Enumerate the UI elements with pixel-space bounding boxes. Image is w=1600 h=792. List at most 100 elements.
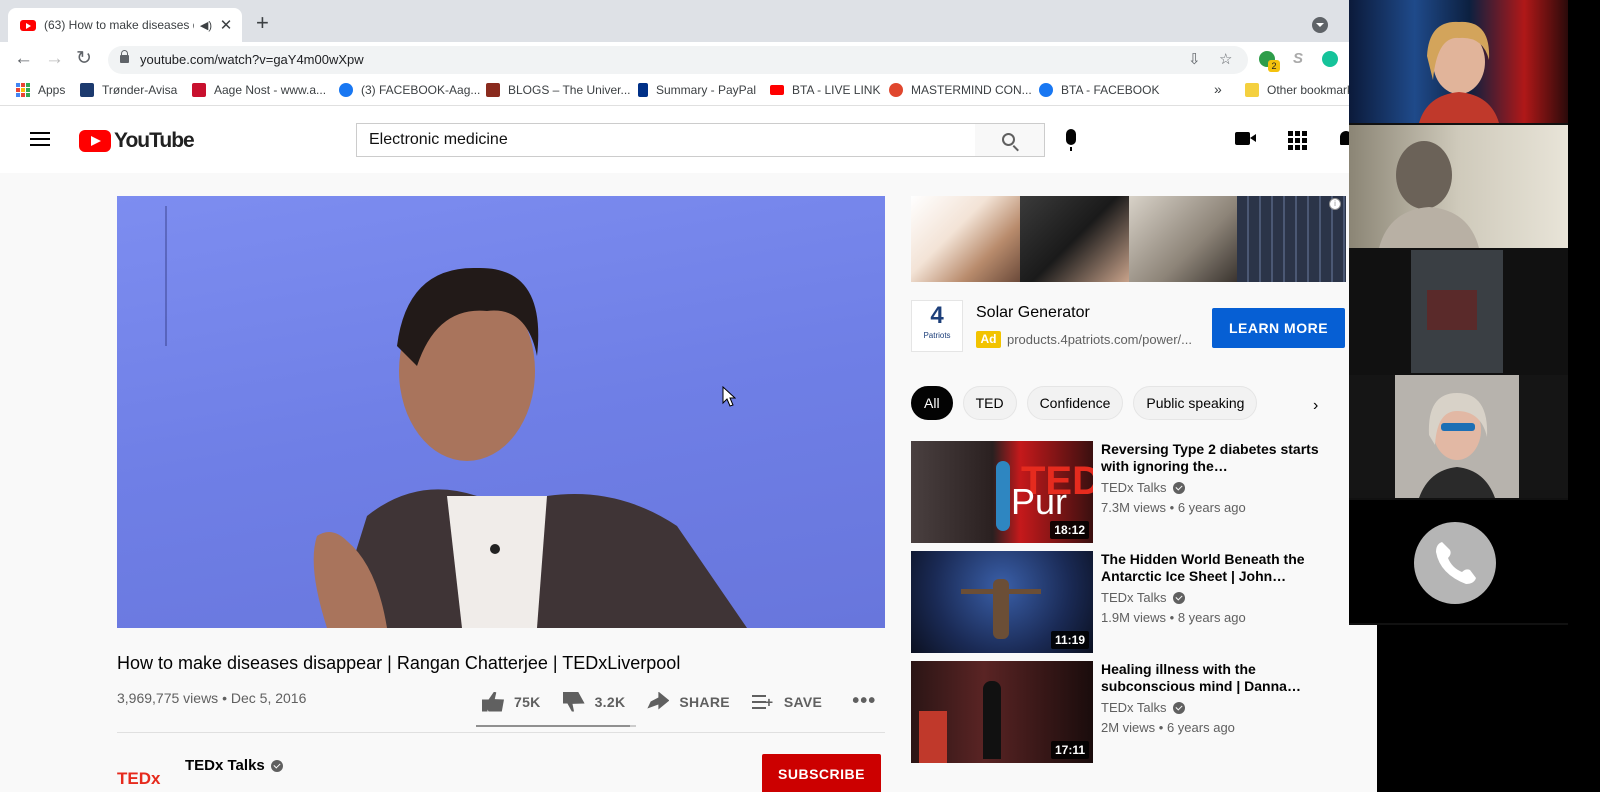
participant-video	[1395, 375, 1519, 498]
like-button[interactable]: 75K	[482, 691, 541, 712]
close-tab-icon[interactable]: ✕	[218, 16, 234, 34]
chip-confidence[interactable]: Confidence	[1026, 386, 1124, 420]
filter-chips: All TED Confidence Public speaking	[911, 386, 1267, 420]
phone-icon[interactable]	[1414, 522, 1496, 604]
meta-separator: •	[222, 690, 231, 706]
like-count: 75K	[514, 693, 541, 710]
install-icon[interactable]: ⇩	[1188, 50, 1201, 68]
chip-public-speaking[interactable]: Public speaking	[1133, 386, 1258, 420]
bookmark-apps[interactable]: Apps	[16, 83, 65, 97]
divider	[117, 732, 885, 733]
recommendation-title[interactable]: Reversing Type 2 diabetes starts with ig…	[1101, 441, 1321, 475]
create-video-icon[interactable]	[1235, 132, 1256, 145]
video-thumbnail[interactable]: 17:11	[911, 661, 1093, 763]
video-title: How to make diseases disappear | Rangan …	[117, 653, 681, 673]
duration-badge: 18:12	[1050, 521, 1089, 539]
youtube-favicon-icon	[20, 19, 36, 31]
channel-logo-text: TEDx	[117, 769, 161, 788]
channel-text: TEDx Talks	[1101, 480, 1167, 495]
apps-grid-icon	[16, 83, 30, 97]
channel-name-text: TEDx Talks	[185, 757, 265, 774]
bookmark-blogs[interactable]: BLOGS – The Univer...	[486, 83, 631, 97]
browser-toolbar: ← → ↻ youtube.com/watch?v=gaY4m00wXpw ⇩ …	[0, 42, 1377, 78]
bookmark-tronder-avisa[interactable]: Trønder-Avisa	[80, 83, 177, 97]
reload-icon[interactable]: ↻	[76, 48, 92, 70]
thumbnail-art	[993, 579, 1009, 639]
speaker-icon[interactable]: ◀)	[200, 19, 212, 32]
recommendation-stats: 2M views • 6 years ago	[1101, 720, 1235, 735]
apps-icon[interactable]	[1288, 131, 1307, 150]
speaker-figure	[313, 267, 747, 628]
bookmarks-bar: Apps Trønder-Avisa Aage Nost - www.a... …	[0, 78, 1377, 106]
bookmark-aage-nost[interactable]: Aage Nost - www.a...	[192, 83, 326, 97]
video-player[interactable]	[117, 196, 885, 628]
advertiser-logo[interactable]: 4 Patriots	[911, 300, 963, 352]
learn-more-button[interactable]: LEARN MORE	[1212, 308, 1345, 348]
chevron-right-icon[interactable]: ›	[1313, 397, 1318, 415]
youtube-play-icon	[79, 130, 111, 152]
save-button[interactable]: SAVE	[751, 692, 822, 712]
participant-video	[1411, 250, 1503, 373]
ad-banner[interactable]	[911, 196, 1346, 282]
paypal-icon	[638, 83, 648, 97]
address-bar[interactable]: youtube.com/watch?v=gaY4m00wXpw ⇩ ☆	[108, 46, 1248, 74]
bookmark-paypal[interactable]: Summary - PayPal	[638, 83, 756, 97]
grammarly-icon[interactable]	[1322, 51, 1338, 67]
dislike-button[interactable]: 3.2K	[562, 691, 626, 712]
bookmarks-overflow-icon[interactable]: »	[1214, 81, 1222, 97]
ad-info-icon[interactable]: i	[1329, 198, 1341, 210]
recommendation-title[interactable]: The Hidden World Beneath the Antarctic I…	[1101, 551, 1321, 585]
chip-ted[interactable]: TED	[962, 386, 1017, 420]
channel-text: TEDx Talks	[1101, 590, 1167, 605]
bookmark-bta-facebook[interactable]: BTA - FACEBOOK	[1039, 83, 1159, 97]
channel-name[interactable]: TEDx Talks	[185, 757, 283, 774]
logo-text: Patriots	[923, 331, 951, 340]
thumbnail-art	[996, 461, 1010, 531]
bookmark-facebook[interactable]: (3) FACEBOOK-Aag...	[339, 83, 480, 97]
participant-tile[interactable]	[1349, 250, 1568, 373]
bookmark-mastermind[interactable]: MASTERMIND CON...	[889, 83, 1032, 97]
tab-strip: (63) How to make diseases d ◀) ✕ +	[0, 0, 1377, 42]
bookmark-star-icon[interactable]: ☆	[1219, 50, 1232, 68]
search-input[interactable]	[357, 124, 975, 156]
share-button[interactable]: SHARE	[647, 691, 730, 712]
menu-icon[interactable]	[30, 132, 50, 146]
back-icon[interactable]: ←	[14, 48, 33, 70]
ad-image-fridge	[1128, 196, 1238, 282]
chip-all[interactable]: All	[911, 386, 953, 420]
age: 6 years ago	[1177, 500, 1246, 515]
s-extension-icon[interactable]: S	[1293, 50, 1303, 67]
bookmark-label: BTA - LIVE LINK	[792, 83, 881, 97]
recommendation-item[interactable]: 17:11 Healing illness with the subconsci…	[911, 661, 1341, 763]
tab-search-icon[interactable]	[1312, 17, 1328, 33]
search-button[interactable]	[975, 123, 1045, 157]
video-thumbnail[interactable]: TED Pur 18:12	[911, 441, 1093, 543]
participant-tile[interactable]	[1349, 375, 1568, 498]
recommendation-item[interactable]: TED Pur 18:12 Reversing Type 2 diabetes …	[911, 441, 1341, 543]
bookmark-other[interactable]: Other bookmarks	[1245, 83, 1359, 97]
verified-icon	[1172, 481, 1185, 494]
dislike-count: 3.2K	[594, 693, 626, 710]
recommendation-stats: 7.3M views • 6 years ago	[1101, 500, 1246, 515]
verified-icon	[270, 759, 283, 772]
forward-icon[interactable]: →	[45, 48, 64, 70]
microphone-icon[interactable]	[1066, 129, 1076, 151]
new-tab-button[interactable]: +	[256, 12, 269, 34]
subscribe-button[interactable]: SUBSCRIBE	[762, 754, 881, 792]
more-actions-icon[interactable]: •••	[852, 690, 876, 713]
participant-tile[interactable]	[1349, 125, 1568, 248]
recommendation-stats: 1.9M views • 8 years ago	[1101, 610, 1246, 625]
masthead: YouTube	[0, 107, 1377, 173]
youtube-logo[interactable]: YouTube	[79, 129, 195, 153]
recommendation-item[interactable]: 11:19 The Hidden World Beneath the Antar…	[911, 551, 1341, 653]
ad-title[interactable]: Solar Generator	[976, 304, 1090, 322]
video-thumbnail[interactable]: 11:19	[911, 551, 1093, 653]
channel-avatar[interactable]: TEDx	[117, 755, 167, 792]
bookmark-label: BTA - FACEBOOK	[1061, 83, 1160, 97]
youtube-bookmark-icon	[770, 85, 784, 95]
participant-tile[interactable]	[1349, 0, 1568, 123]
bookmark-bta-live[interactable]: BTA - LIVE LINK	[770, 83, 880, 97]
recommendation-title[interactable]: Healing illness with the subconscious mi…	[1101, 661, 1321, 695]
tab-youtube[interactable]: (63) How to make diseases d ◀) ✕	[8, 8, 242, 42]
bookmark-label: Aage Nost - www.a...	[214, 83, 327, 97]
